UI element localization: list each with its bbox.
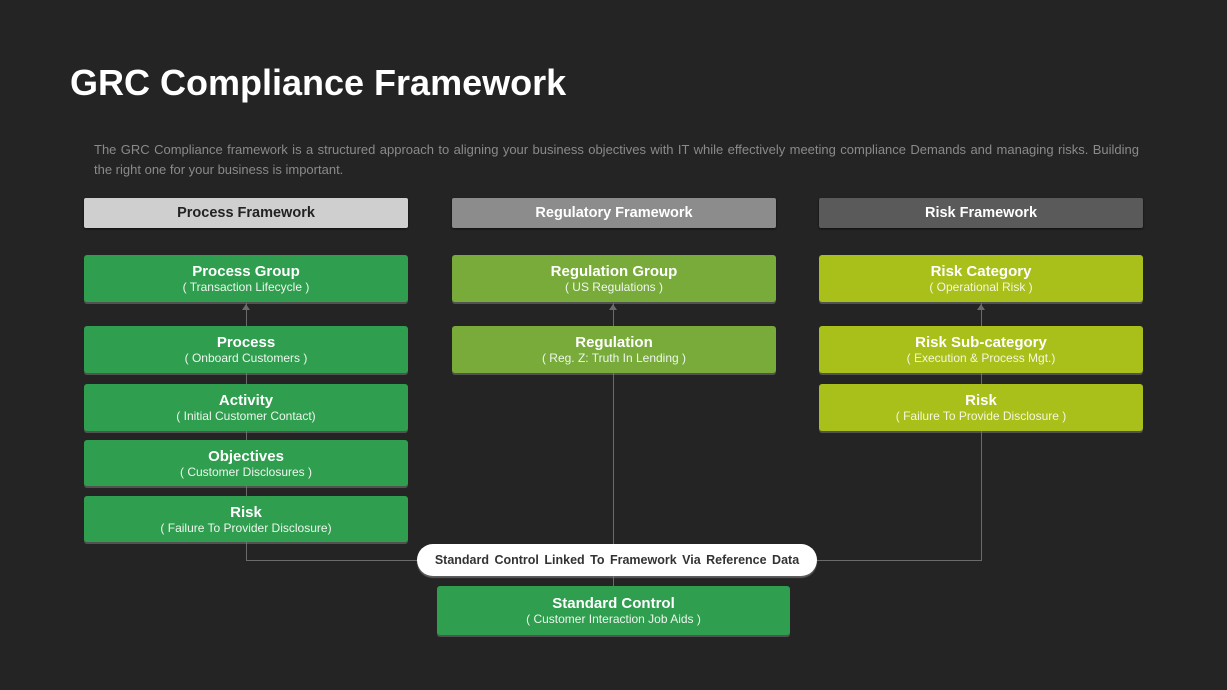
activity-box: Activity ( Initial Customer Contact) bbox=[84, 384, 408, 431]
arrow-up-icon bbox=[977, 304, 985, 310]
box-title: Regulation Group bbox=[550, 263, 678, 280]
standard-control-box: Standard Control ( Customer Interaction … bbox=[437, 586, 790, 635]
arrow-up-icon bbox=[242, 304, 250, 310]
box-title: Standard Control bbox=[552, 595, 675, 612]
page-title: GRC Compliance Framework bbox=[70, 62, 567, 103]
risk-framework-header: Risk Framework bbox=[819, 198, 1143, 228]
box-title: Objectives bbox=[208, 447, 284, 465]
regulation-box: Regulation ( Reg. Z: Truth In Lending ) bbox=[452, 326, 776, 373]
box-subtitle: ( Initial Customer Contact) bbox=[176, 409, 316, 423]
box-subtitle: ( Operational Risk ) bbox=[929, 280, 1033, 294]
arrow-up-icon bbox=[609, 304, 617, 310]
box-subtitle: ( Reg. Z: Truth In Lending ) bbox=[541, 351, 687, 365]
regulation-group-box: Regulation Group ( US Regulations ) bbox=[452, 255, 776, 302]
risk-box: Risk ( Failure To Provide Disclosure ) bbox=[819, 384, 1143, 431]
risk-category-box: Risk Category ( Operational Risk ) bbox=[819, 255, 1143, 302]
description: The GRC Compliance framework is a struct… bbox=[94, 142, 1139, 177]
process-framework-header: Process Framework bbox=[84, 198, 408, 228]
regulatory-framework-header: Regulatory Framework bbox=[452, 198, 776, 228]
process-group-box: Process Group ( Transaction Lifecycle ) bbox=[84, 255, 408, 302]
box-title: Activity bbox=[218, 392, 274, 409]
process-risk-box: Risk ( Failure To Provider Disclosure) bbox=[84, 496, 408, 542]
box-title: Regulation bbox=[575, 334, 653, 351]
link-label: Standard Control Linked To Framework Via… bbox=[417, 544, 817, 576]
box-title: Risk Sub-category bbox=[915, 334, 1047, 351]
box-subtitle: ( Failure To Provide Disclosure ) bbox=[895, 409, 1067, 423]
objectives-box: Objectives ( Customer Disclosures ) bbox=[84, 440, 408, 486]
box-subtitle: ( Customer Interaction Job Aids ) bbox=[526, 612, 701, 626]
box-subtitle: ( Execution & Process Mgt.) bbox=[906, 351, 1056, 365]
box-title: Risk bbox=[230, 503, 262, 521]
box-title: Risk bbox=[965, 392, 997, 409]
box-subtitle: ( Transaction Lifecycle ) bbox=[182, 280, 310, 294]
box-title: Process Group bbox=[192, 263, 300, 280]
box-title: Process bbox=[216, 334, 276, 351]
box-subtitle: ( Onboard Customers ) bbox=[184, 351, 308, 365]
box-title: Risk Category bbox=[930, 263, 1032, 280]
box-subtitle: ( US Regulations ) bbox=[564, 280, 664, 294]
box-subtitle: ( Failure To Provider Disclosure) bbox=[160, 520, 332, 535]
process-box: Process ( Onboard Customers ) bbox=[84, 326, 408, 373]
risk-subcategory-box: Risk Sub-category ( Execution & Process … bbox=[819, 326, 1143, 373]
box-subtitle: ( Customer Disclosures ) bbox=[179, 464, 313, 479]
